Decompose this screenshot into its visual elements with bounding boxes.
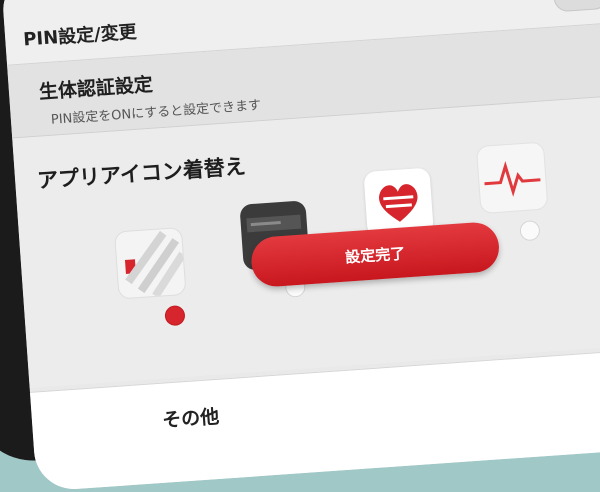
phone-screen: PIN設定/変更 生体認証設定 PIN設定をONにすると設定できます アプリアイ… — [0, 0, 600, 492]
other-label: その他 — [161, 405, 220, 432]
pin-toggle[interactable] — [552, 0, 600, 13]
icon-radio-4[interactable] — [519, 219, 541, 242]
biometric-title: 生体認証設定 — [38, 73, 154, 104]
icon-section-title: アプリアイコン着替え — [36, 154, 247, 193]
icon-radio-1[interactable] — [164, 304, 186, 327]
pulse-app-icon[interactable] — [475, 141, 549, 215]
pin-settings-label: PIN設定/変更 — [22, 21, 138, 51]
stripe-app-icon[interactable] — [113, 226, 187, 300]
